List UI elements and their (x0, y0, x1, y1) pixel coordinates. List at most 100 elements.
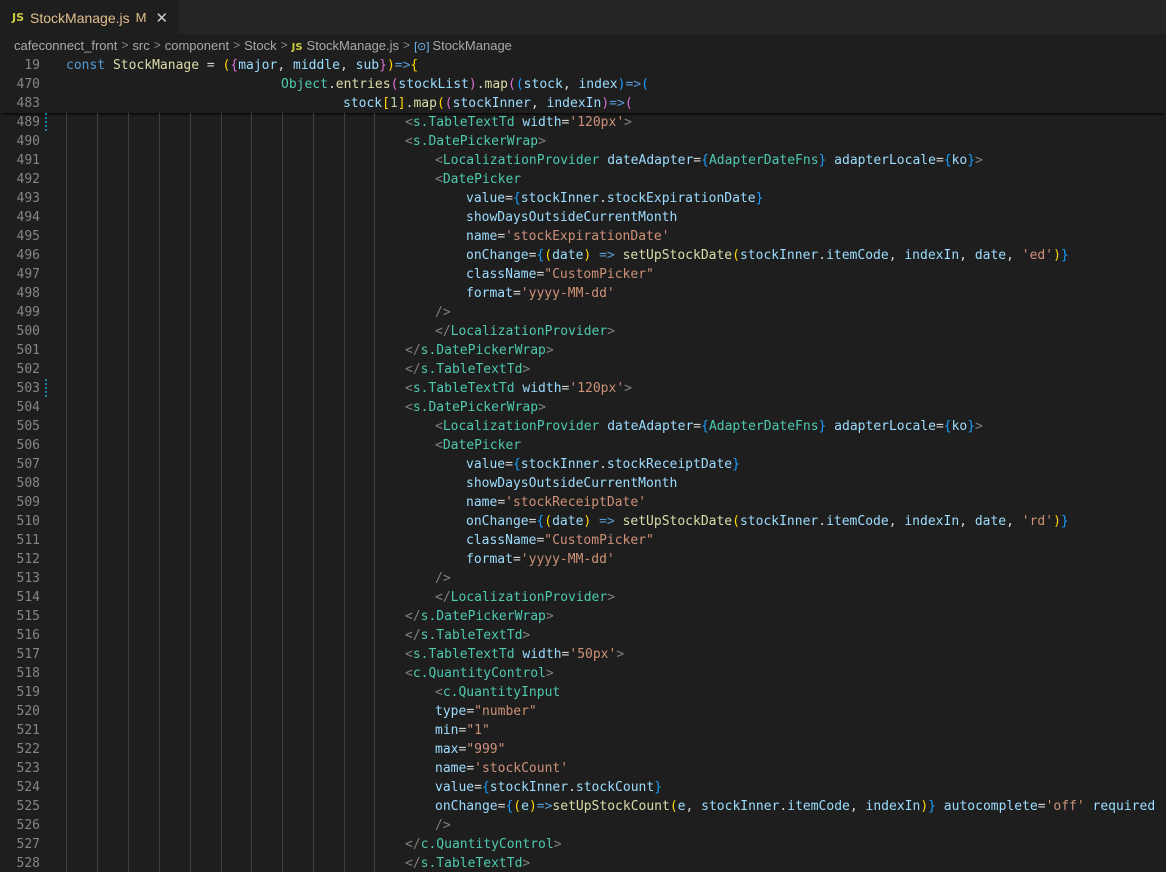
code-line[interactable]: 495 name='stockExpirationDate' (0, 227, 1166, 246)
code-line[interactable]: 526 /> (0, 816, 1166, 835)
code-line[interactable]: 483 stock[1].map((stockInner, indexIn)=>( (0, 94, 1166, 113)
code-token: } (1060, 514, 1069, 529)
code-text: </s.TableTextTd> (405, 854, 530, 872)
code-token: 'stockCount' (474, 761, 569, 776)
line-number: 518 (16, 666, 40, 681)
code-line[interactable]: 491 <LocalizationProvider dateAdapter={Ad… (0, 151, 1166, 170)
code-token: map (484, 77, 509, 92)
code-token: < (405, 647, 413, 662)
code-line[interactable]: 498 format='yyyy-MM-dd' (0, 284, 1166, 303)
breadcrumb-item[interactable]: [⊙] StockManage (414, 38, 512, 53)
code-line[interactable]: 511 className="CustomPicker" (0, 531, 1166, 550)
code-line[interactable]: 520 type="number" (0, 702, 1166, 721)
breadcrumb-label: cafeconnect_front (14, 37, 118, 53)
breadcrumb-item[interactable]: src (132, 38, 149, 53)
code-token: , (888, 248, 905, 263)
code-line[interactable]: 501 </s.DatePickerWrap> (0, 341, 1166, 360)
code-line[interactable]: 515 </s.DatePickerWrap> (0, 607, 1166, 626)
code-token: className (466, 267, 537, 282)
line-number: 510 (16, 514, 40, 529)
code-line[interactable]: 512 format='yyyy-MM-dd' (0, 550, 1166, 569)
line-number: 526 (16, 818, 40, 833)
code-text: name='stockCount' (435, 759, 568, 778)
line-number: 524 (16, 780, 40, 795)
code-editor[interactable]: 19 const StockManage = ({major, middle, s… (0, 56, 1166, 872)
code-line[interactable]: 518 <c.QuantityControl> (0, 664, 1166, 683)
line-number: 512 (16, 552, 40, 567)
code-line[interactable]: 496 onChange={(date) => setUpStockDate(st… (0, 246, 1166, 265)
code-token: > (975, 153, 983, 168)
code-token: </ (405, 343, 421, 358)
line-number: 519 (16, 685, 40, 700)
code-token: < (435, 438, 443, 453)
code-line[interactable]: 522 max="999" (0, 740, 1166, 759)
breadcrumb-item[interactable]: Stock (244, 38, 277, 53)
code-line[interactable]: 510 onChange={(date) => setUpStockDate(st… (0, 512, 1166, 531)
code-line[interactable]: 19 const StockManage = ({major, middle, s… (0, 56, 1166, 75)
line-number: 511 (16, 533, 40, 548)
code-line[interactable]: 470 Object.entries(stockList).map((stock,… (0, 75, 1166, 94)
close-icon[interactable]: ✕ (155, 9, 168, 27)
code-line[interactable]: 489 <s.TableTextTd width='120px'> (0, 113, 1166, 132)
code-line[interactable]: 508 showDaysOutsideCurrentMonth (0, 474, 1166, 493)
code-line[interactable]: 499 /> (0, 303, 1166, 322)
code-text: <s.DatePickerWrap> (405, 132, 546, 151)
code-line[interactable]: 519 <c.QuantityInput (0, 683, 1166, 702)
code-token: [ (382, 96, 390, 111)
code-line[interactable]: 525 onChange={(e)=>setUpStockCount(e, sto… (0, 797, 1166, 816)
code-token: adapterLocale (826, 419, 936, 434)
code-line[interactable]: 521 min="1" (0, 721, 1166, 740)
breadcrumb-item[interactable]: component (165, 38, 229, 53)
code-line[interactable]: 504 <s.DatePickerWrap> (0, 398, 1166, 417)
code-token: ( (669, 799, 678, 814)
code-token: '120px' (569, 381, 625, 396)
code-line[interactable]: 507 value={stockInner.stockReceiptDate} (0, 455, 1166, 474)
code-text: value={stockInner.stockCount} (435, 778, 662, 797)
code-token: ( (624, 96, 633, 111)
code-text: <LocalizationProvider dateAdapter={Adapt… (435, 151, 983, 170)
line-number: 501 (16, 343, 40, 358)
code-text: <c.QuantityInput (435, 683, 560, 702)
code-line[interactable]: 524 value={stockInner.stockCount} (0, 778, 1166, 797)
code-line[interactable]: 513 /> (0, 569, 1166, 588)
line-number: 509 (16, 495, 40, 510)
code-token: ko (951, 153, 968, 168)
code-line[interactable]: 503 <s.TableTextTd width='120px'> (0, 379, 1166, 398)
code-token: </ (405, 362, 421, 377)
code-token: stockInner (520, 457, 600, 472)
tab-stockmanage[interactable]: JS StockManage.js M ✕ (0, 0, 179, 34)
code-token: 'yyyy-MM-dd' (520, 286, 615, 301)
code-token: '50px' (569, 647, 617, 662)
chevron-right-icon: > (403, 38, 411, 52)
code-token: , (1006, 248, 1022, 263)
code-token: = (1037, 799, 1046, 814)
code-line[interactable]: 502 </s.TableTextTd> (0, 360, 1166, 379)
code-line[interactable]: 509 name='stockReceiptDate' (0, 493, 1166, 512)
code-line[interactable]: 528 </s.TableTextTd> (0, 854, 1166, 872)
code-line[interactable]: 493 value={stockInner.stockExpirationDate… (0, 189, 1166, 208)
modified-badge: M (135, 10, 147, 25)
code-line[interactable]: 492 <DatePicker (0, 170, 1166, 189)
code-token: </ (435, 324, 451, 339)
code-line[interactable]: 516 </s.TableTextTd> (0, 626, 1166, 645)
line-number: 515 (16, 609, 40, 624)
code-token: , (530, 96, 547, 111)
code-line[interactable]: 527 </c.QuantityControl> (0, 835, 1166, 854)
breadcrumb-item[interactable]: JS StockManage.js (292, 38, 399, 53)
code-token: stockCount (575, 780, 655, 795)
code-line[interactable]: 506 <DatePicker (0, 436, 1166, 455)
line-number: 504 (16, 400, 40, 415)
code-text: </s.TableTextTd> (405, 360, 530, 379)
code-line[interactable]: 505 <LocalizationProvider dateAdapter={Ad… (0, 417, 1166, 436)
code-text: max="999" (435, 740, 505, 759)
code-line[interactable]: 514 </LocalizationProvider> (0, 588, 1166, 607)
code-line[interactable]: 497 className="CustomPicker" (0, 265, 1166, 284)
code-line[interactable]: 494 showDaysOutsideCurrentMonth (0, 208, 1166, 227)
code-line[interactable]: 490 <s.DatePickerWrap> (0, 132, 1166, 151)
code-line[interactable]: 517 <s.TableTextTd width='50px'> (0, 645, 1166, 664)
breadcrumb-item[interactable]: cafeconnect_front (14, 38, 117, 53)
code-line[interactable]: 500 </LocalizationProvider> (0, 322, 1166, 341)
code-line[interactable]: 523 name='stockCount' (0, 759, 1166, 778)
code-token: < (405, 666, 413, 681)
chevron-right-icon: > (233, 38, 241, 52)
